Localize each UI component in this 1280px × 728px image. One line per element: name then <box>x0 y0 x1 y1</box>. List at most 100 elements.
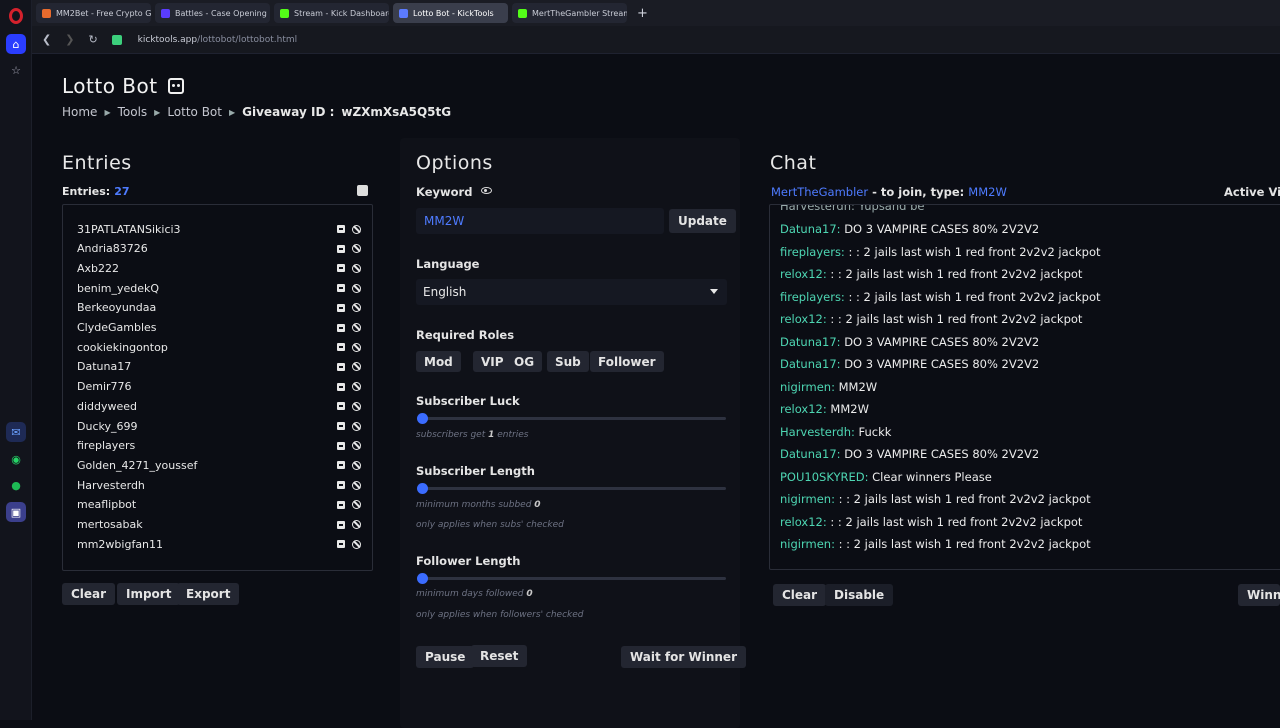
tab-mm2bet[interactable]: MM2Bet - Free Crypto Gi... <box>36 3 151 23</box>
tab-battles[interactable]: Battles - Case Opening Ba... <box>155 3 270 23</box>
remove-entry-icon[interactable] <box>337 540 345 549</box>
tab-mertthegambler[interactable]: MertTheGambler Stream <box>512 3 627 23</box>
eye-icon[interactable] <box>481 187 492 194</box>
opera-logo-icon[interactable] <box>9 8 23 24</box>
remove-entry-icon[interactable] <box>337 382 345 391</box>
ban-icon[interactable] <box>352 539 361 549</box>
ban-icon[interactable] <box>352 224 361 234</box>
url-field[interactable]: kicktools.app/lottobot/lottobot.html <box>138 35 297 45</box>
whatsapp-icon[interactable]: ◉ <box>6 449 26 469</box>
fol-length-slider[interactable] <box>417 573 726 584</box>
chat-username[interactable]: fireplayers: <box>780 245 845 259</box>
messenger-icon[interactable]: ✉ <box>6 422 26 442</box>
chat-disable-button[interactable]: Disable <box>825 584 894 606</box>
entries-import-button[interactable]: Import <box>117 583 181 605</box>
remove-entry-icon[interactable] <box>337 303 345 312</box>
chat-username[interactable]: Datuna17: <box>780 222 841 236</box>
ban-icon[interactable] <box>352 441 361 451</box>
ban-icon[interactable] <box>352 401 361 411</box>
chat-username[interactable]: Datuna17: <box>780 335 841 349</box>
wait-for-winner-button[interactable]: Wait for Winner <box>621 646 746 668</box>
chat-username[interactable]: nigirmen: <box>780 492 835 506</box>
chat-username[interactable]: fireplayers: <box>780 290 845 304</box>
chat-username[interactable]: Datuna17: <box>780 357 841 371</box>
site-info-icon[interactable] <box>111 34 122 45</box>
sub-luck-slider[interactable] <box>417 413 726 424</box>
update-button[interactable]: Update <box>669 209 736 233</box>
tab-kick-dashboard[interactable]: Stream - Kick Dashboard <box>274 3 389 23</box>
language-select[interactable]: English <box>416 279 727 305</box>
sub-length-slider[interactable] <box>417 483 726 494</box>
ban-icon[interactable] <box>352 283 361 293</box>
remove-entry-icon[interactable] <box>337 481 345 490</box>
ban-icon[interactable] <box>352 244 361 254</box>
remove-entry-icon[interactable] <box>337 402 345 411</box>
ban-icon[interactable] <box>352 323 361 332</box>
ban-icon[interactable] <box>352 520 361 529</box>
entries-clear-button[interactable]: Clear <box>62 583 116 605</box>
ban-icon[interactable] <box>352 362 361 372</box>
giveaway-id: wZXmXsA5Q5tG <box>341 105 452 119</box>
ban-icon[interactable] <box>352 480 361 490</box>
ban-icon[interactable] <box>352 500 361 510</box>
keyword-input[interactable]: MM2W <box>416 208 664 234</box>
chat-username[interactable]: Harvesterdh: <box>780 425 855 439</box>
remove-entry-icon[interactable] <box>337 500 345 509</box>
remove-entry-icon[interactable] <box>337 422 345 430</box>
chat-username[interactable]: POU10SKYRED: <box>780 470 868 484</box>
breadcrumb-home[interactable]: Home <box>62 105 97 119</box>
slider-knob[interactable] <box>417 483 428 494</box>
slider-knob[interactable] <box>417 573 428 584</box>
ban-icon[interactable] <box>352 382 361 392</box>
chat-username[interactable]: relox12: <box>780 402 827 416</box>
extension-icon[interactable]: ▣ <box>6 502 26 522</box>
ban-icon[interactable] <box>352 263 361 273</box>
chat-username[interactable]: nigirmen: <box>780 380 835 394</box>
star-icon[interactable]: ☆ <box>6 60 26 80</box>
remove-entry-icon[interactable] <box>337 264 345 273</box>
chat-username[interactable]: relox12: <box>780 515 827 529</box>
remove-entry-icon[interactable] <box>337 441 345 450</box>
remove-entry-icon[interactable] <box>337 520 345 529</box>
entry-name: mertosabak <box>77 518 143 531</box>
home-icon[interactable]: ⌂ <box>6 34 26 54</box>
chat-username[interactable]: nigirmen: <box>780 537 835 551</box>
remove-entry-icon[interactable] <box>337 343 345 352</box>
remove-entry-icon[interactable] <box>337 461 345 470</box>
streamer-link[interactable]: MertTheGambler <box>771 185 868 199</box>
role-follower-button[interactable]: Follower <box>590 351 664 372</box>
back-icon[interactable]: ❮ <box>42 33 51 46</box>
remove-entry-icon[interactable] <box>337 284 345 293</box>
spotify-icon[interactable]: ● <box>6 475 26 495</box>
reset-button[interactable]: Reset <box>471 645 528 667</box>
chat-username[interactable]: relox12: <box>780 267 827 281</box>
remove-entry-icon[interactable] <box>337 244 345 253</box>
copy-icon[interactable] <box>357 185 368 196</box>
sub-luck-label: Subscriber Luck <box>416 394 520 408</box>
breadcrumb-lotto-bot[interactable]: Lotto Bot <box>167 105 222 119</box>
role-mod-button[interactable]: Mod <box>416 351 461 372</box>
slider-knob[interactable] <box>417 413 428 424</box>
breadcrumb-tools[interactable]: Tools <box>118 105 148 119</box>
role-og-button[interactable]: OG <box>506 351 543 372</box>
ban-icon[interactable] <box>352 421 361 431</box>
entries-export-button[interactable]: Export <box>177 583 240 605</box>
winners-button[interactable]: Winners <box>1238 584 1280 606</box>
remove-entry-icon[interactable] <box>337 225 345 233</box>
active-view-toggle[interactable]: Active View <box>1224 185 1280 199</box>
role-sub-button[interactable]: Sub <box>547 351 589 372</box>
new-tab-button[interactable]: + <box>637 6 648 21</box>
remove-entry-icon[interactable] <box>337 323 345 332</box>
reload-icon[interactable]: ↻ <box>88 33 97 46</box>
ban-icon[interactable] <box>352 342 361 352</box>
ban-icon[interactable] <box>352 460 361 470</box>
tab-lotto-bot[interactable]: Lotto Bot - KickTools <box>393 3 508 23</box>
chat-clear-button[interactable]: Clear <box>773 584 827 606</box>
forward-icon[interactable]: ❯ <box>65 33 74 46</box>
chat-log[interactable]: Harvesterdh: Yupsand be Datuna17: DO 3 V… <box>769 204 1280 570</box>
chat-username[interactable]: relox12: <box>780 312 827 326</box>
chat-username[interactable]: Datuna17: <box>780 447 841 461</box>
remove-entry-icon[interactable] <box>337 362 345 371</box>
ban-icon[interactable] <box>352 303 361 313</box>
pause-button[interactable]: Pause <box>416 646 475 668</box>
